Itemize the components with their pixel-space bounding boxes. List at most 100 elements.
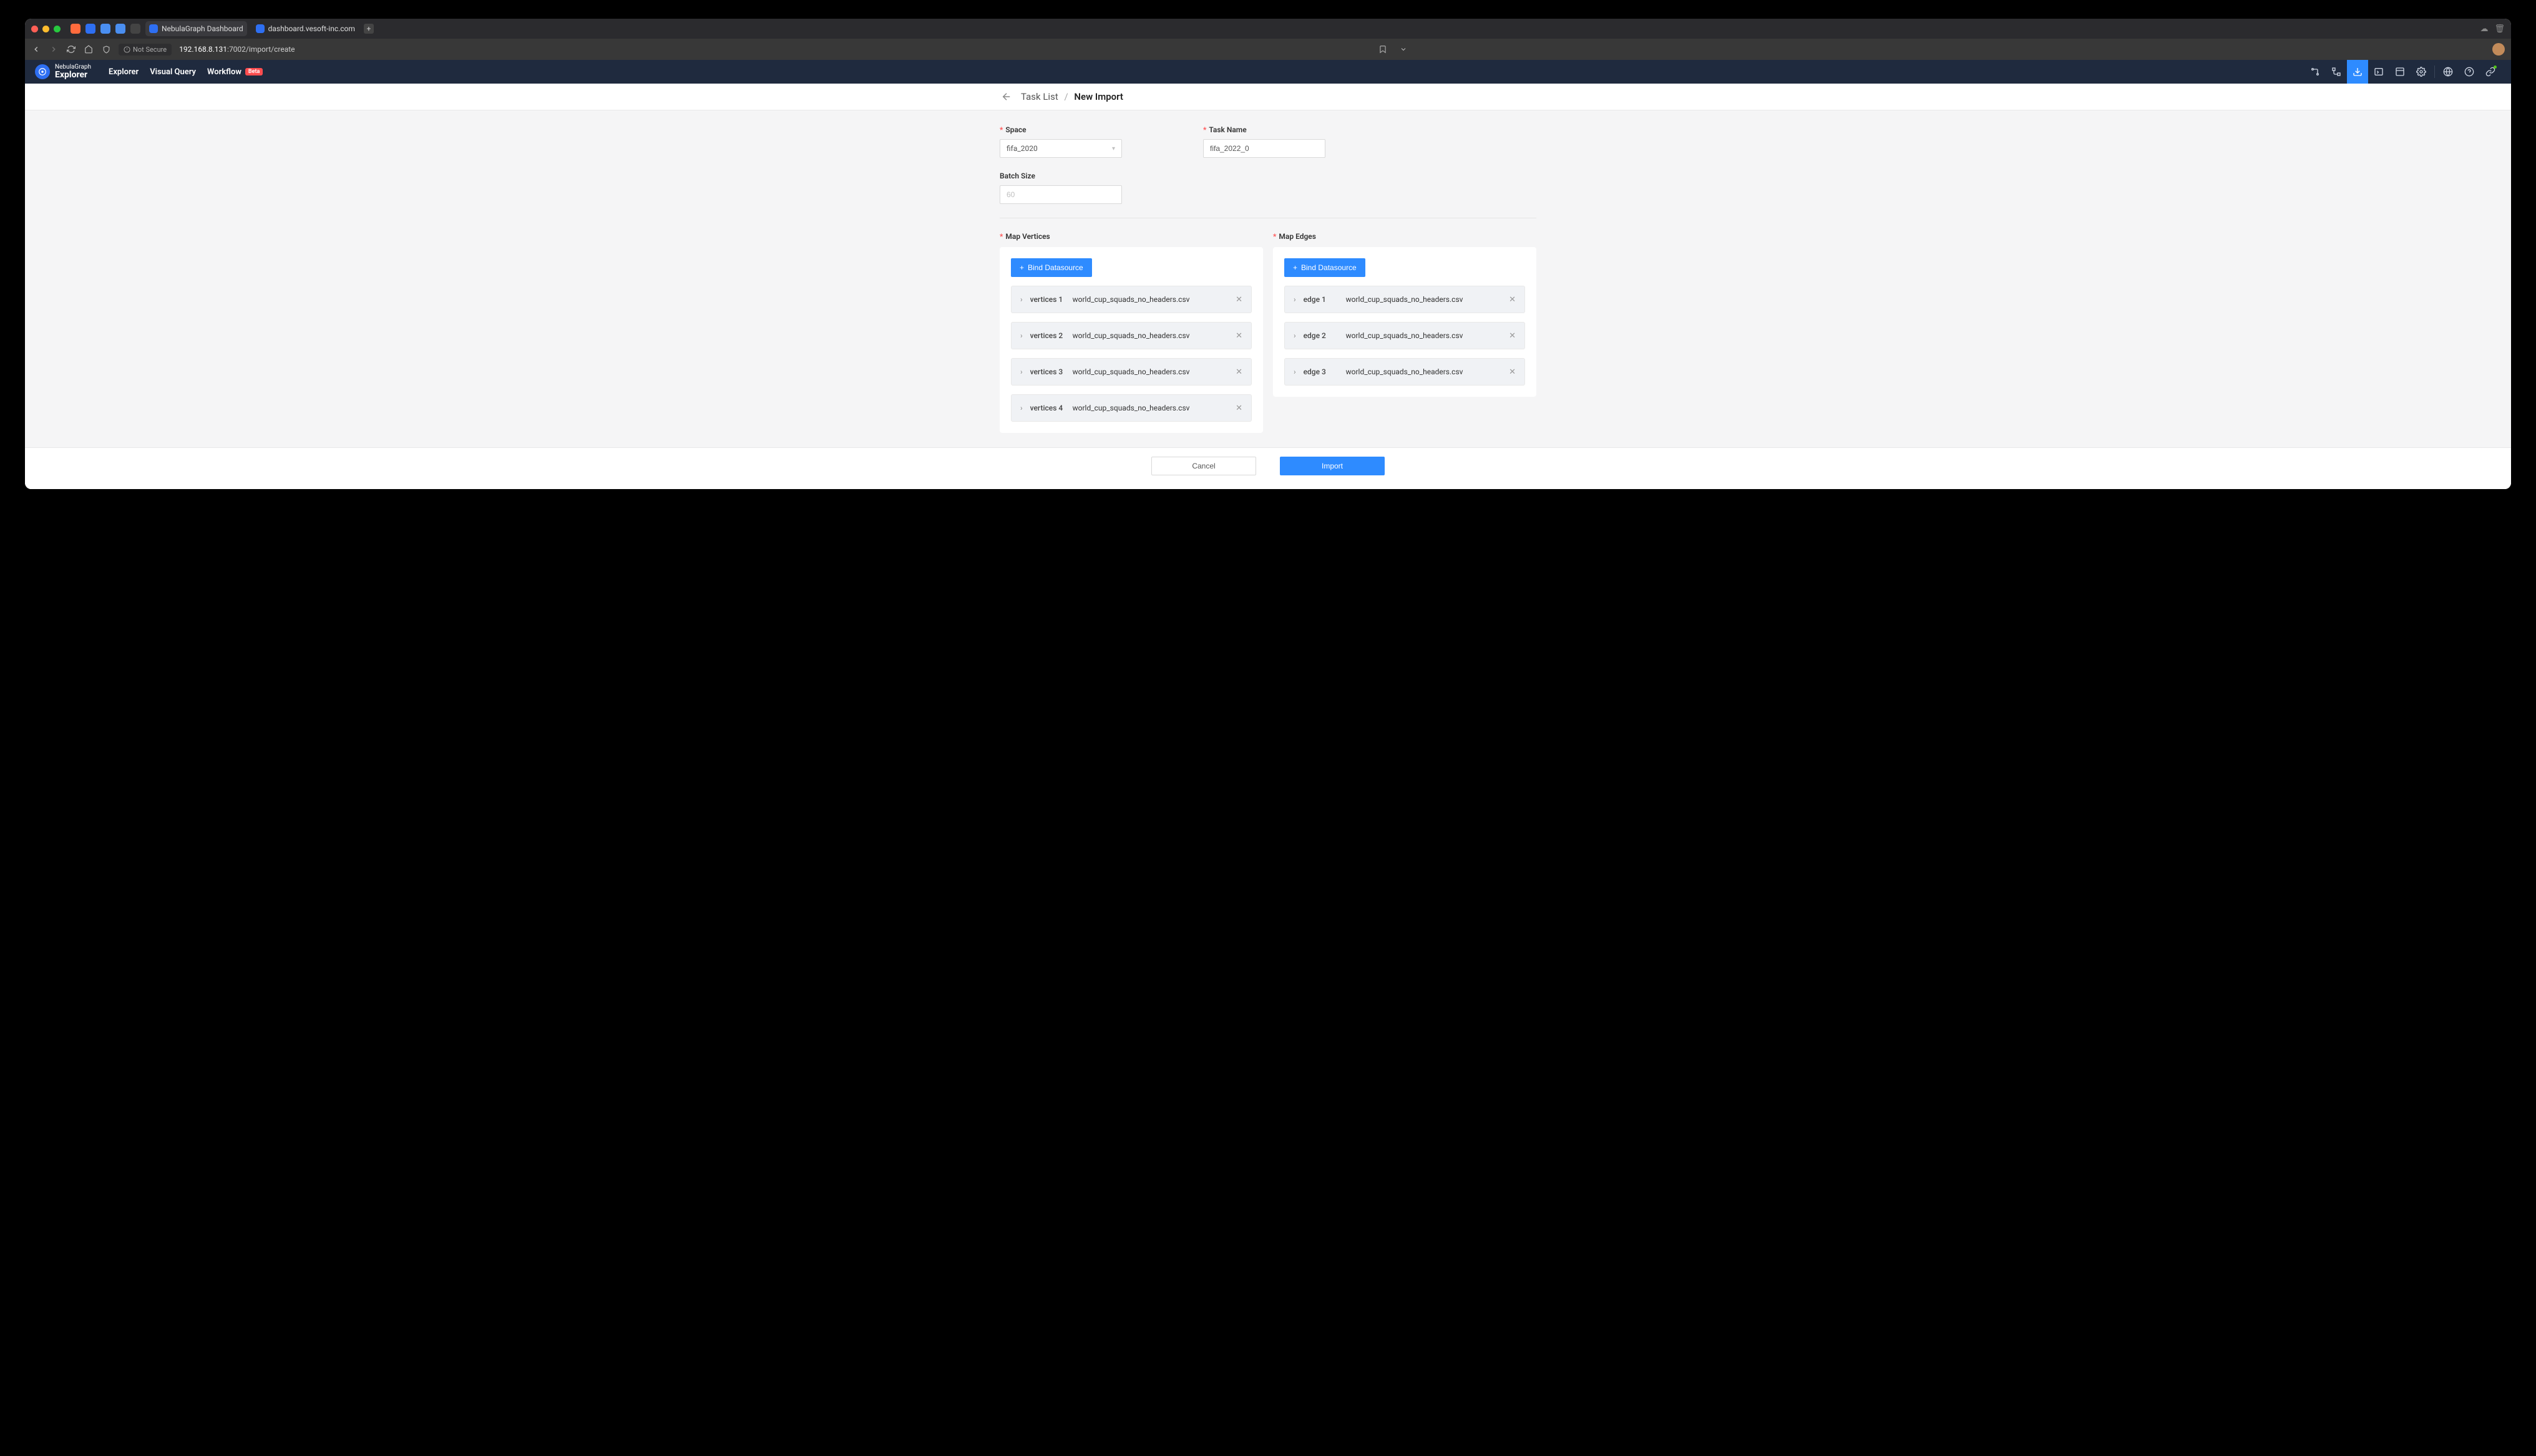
breadcrumb: Task List / New Import	[1021, 91, 1123, 102]
chevron-right-icon[interactable]: ›	[1294, 367, 1296, 376]
mapping-file: world_cup_squads_no_headers.csv	[1073, 367, 1190, 376]
status-dot	[2494, 66, 2497, 69]
mapping-file: world_cup_squads_no_headers.csv	[1073, 331, 1190, 340]
task-name-input[interactable]	[1203, 139, 1325, 158]
browser-tab[interactable]: dashboard.vesoft-inc.com	[252, 21, 359, 36]
app-logo[interactable]: NebulaGraph Explorer	[35, 64, 91, 79]
url-host: 192.168.8.131	[179, 45, 227, 54]
cancel-button[interactable]: Cancel	[1151, 457, 1256, 475]
nav-visual-query[interactable]: Visual Query	[150, 67, 196, 77]
console-icon[interactable]	[2368, 60, 2389, 84]
mapping-name: edge 2	[1304, 331, 1340, 340]
maximize-window-button[interactable]	[54, 26, 61, 32]
remove-icon[interactable]: ✕	[1509, 295, 1516, 304]
bookmark-icon[interactable]	[1378, 45, 1387, 54]
bind-datasource-edges-button[interactable]: + Bind Datasource	[1284, 258, 1365, 277]
globe-icon[interactable]	[2437, 60, 2459, 84]
remove-icon[interactable]: ✕	[1509, 367, 1516, 377]
vertex-mapping-item[interactable]: › vertices 3 world_cup_squads_no_headers…	[1011, 358, 1252, 386]
reload-button[interactable]	[66, 45, 76, 54]
logo-icon	[35, 64, 50, 79]
chevron-right-icon[interactable]: ›	[1294, 331, 1296, 340]
profile-avatar[interactable]	[2492, 43, 2505, 56]
tab-icon[interactable]	[100, 24, 110, 34]
chevron-right-icon[interactable]: ›	[1020, 331, 1023, 340]
url-display[interactable]: 192.168.8.131:7002/import/create	[179, 45, 295, 54]
help-icon[interactable]	[2459, 60, 2480, 84]
tab-icon[interactable]	[85, 24, 95, 34]
mapping-file: world_cup_squads_no_headers.csv	[1346, 331, 1463, 340]
mapping-name: vertices 3	[1030, 367, 1066, 376]
nav-explorer[interactable]: Explorer	[109, 67, 139, 77]
url-path: :7002/import/create	[227, 45, 295, 54]
browser-window: NebulaGraph Dashboard dashboard.vesoft-i…	[25, 19, 2511, 489]
space-label: *Space	[1000, 125, 1122, 134]
batch-size-input[interactable]	[1000, 185, 1122, 204]
chevron-right-icon[interactable]: ›	[1020, 295, 1023, 304]
nav-workflow[interactable]: Workflow Beta	[207, 67, 263, 77]
mapping-name: edge 3	[1304, 367, 1340, 376]
browser-tab[interactable]: NebulaGraph Dashboard	[145, 21, 247, 36]
beta-badge: Beta	[245, 68, 263, 75]
mapping-name: vertices 1	[1030, 295, 1066, 304]
shield-icon[interactable]	[101, 46, 111, 54]
remove-icon[interactable]: ✕	[1236, 367, 1242, 377]
tree-icon[interactable]	[2326, 60, 2347, 84]
chevron-right-icon[interactable]: ›	[1020, 367, 1023, 376]
chevron-right-icon[interactable]: ›	[1020, 404, 1023, 412]
vertex-mapping-item[interactable]: › vertices 1 world_cup_squads_no_headers…	[1011, 286, 1252, 313]
link-icon[interactable]	[2480, 60, 2501, 84]
mapping-file: world_cup_squads_no_headers.csv	[1346, 295, 1463, 304]
tab-icon[interactable]	[115, 24, 125, 34]
map-edges-label: *Map Edges	[1273, 232, 1536, 241]
mapping-file: world_cup_squads_no_headers.csv	[1073, 295, 1190, 304]
home-button[interactable]	[84, 45, 94, 54]
tab-icon[interactable]	[71, 24, 80, 34]
trash-icon[interactable]: 🗑	[2494, 24, 2505, 34]
space-field-group: *Space fifa_2020 ▾	[1000, 125, 1122, 158]
import-icon[interactable]	[2347, 60, 2368, 84]
footer-bar: Cancel Import	[25, 447, 2511, 489]
settings-icon[interactable]	[2411, 60, 2432, 84]
space-value: fifa_2020	[1007, 144, 1038, 153]
header-toolbar	[2304, 60, 2501, 84]
vertex-mapping-item[interactable]: › vertices 2 world_cup_squads_no_headers…	[1011, 322, 1252, 349]
vertex-mapping-item[interactable]: › vertices 4 world_cup_squads_no_headers…	[1011, 394, 1252, 422]
remove-icon[interactable]: ✕	[1236, 295, 1242, 304]
cloud-icon[interactable]: ☁	[2480, 24, 2488, 34]
close-window-button[interactable]	[31, 26, 38, 32]
import-button[interactable]: Import	[1280, 457, 1385, 475]
favicon-icon	[256, 24, 265, 33]
mapping-name: vertices 4	[1030, 404, 1066, 412]
edge-mapping-item[interactable]: › edge 3 world_cup_squads_no_headers.csv…	[1284, 358, 1525, 386]
space-select[interactable]: fifa_2020 ▾	[1000, 139, 1122, 158]
task-name-label: *Task Name	[1203, 125, 1325, 134]
map-edges-column: *Map Edges + Bind Datasource › edge 1 wo…	[1273, 232, 1536, 445]
batch-size-field-group: Batch Size	[1000, 172, 1122, 204]
breadcrumb-bar: Task List / New Import	[25, 84, 2511, 110]
mapping-file: world_cup_squads_no_headers.csv	[1073, 404, 1190, 412]
mapping-name: vertices 2	[1030, 331, 1066, 340]
minimize-window-button[interactable]	[42, 26, 49, 32]
forward-button[interactable]	[49, 45, 59, 54]
edge-mapping-item[interactable]: › edge 1 world_cup_squads_no_headers.csv…	[1284, 286, 1525, 313]
template-icon[interactable]	[2389, 60, 2411, 84]
chevron-right-icon[interactable]: ›	[1294, 295, 1296, 304]
chevron-down-icon[interactable]	[1398, 46, 1408, 53]
remove-icon[interactable]: ✕	[1236, 331, 1242, 341]
bind-datasource-vertices-button[interactable]: + Bind Datasource	[1011, 258, 1092, 277]
schema-icon[interactable]	[2304, 60, 2326, 84]
window-traffic-lights	[31, 26, 61, 32]
tab-icon[interactable]	[130, 24, 140, 34]
remove-icon[interactable]: ✕	[1236, 404, 1242, 413]
remove-icon[interactable]: ✕	[1509, 331, 1516, 341]
edge-mapping-item[interactable]: › edge 2 world_cup_squads_no_headers.csv…	[1284, 322, 1525, 349]
new-tab-button[interactable]: +	[364, 24, 374, 34]
mapping-file: world_cup_squads_no_headers.csv	[1346, 367, 1463, 376]
chevron-down-icon: ▾	[1112, 145, 1115, 152]
security-text: Not Secure	[133, 46, 167, 54]
back-button[interactable]	[31, 45, 41, 54]
security-badge[interactable]: Not Secure	[119, 44, 172, 56]
breadcrumb-parent[interactable]: Task List	[1021, 91, 1058, 102]
back-arrow-button[interactable]	[1001, 91, 1012, 102]
